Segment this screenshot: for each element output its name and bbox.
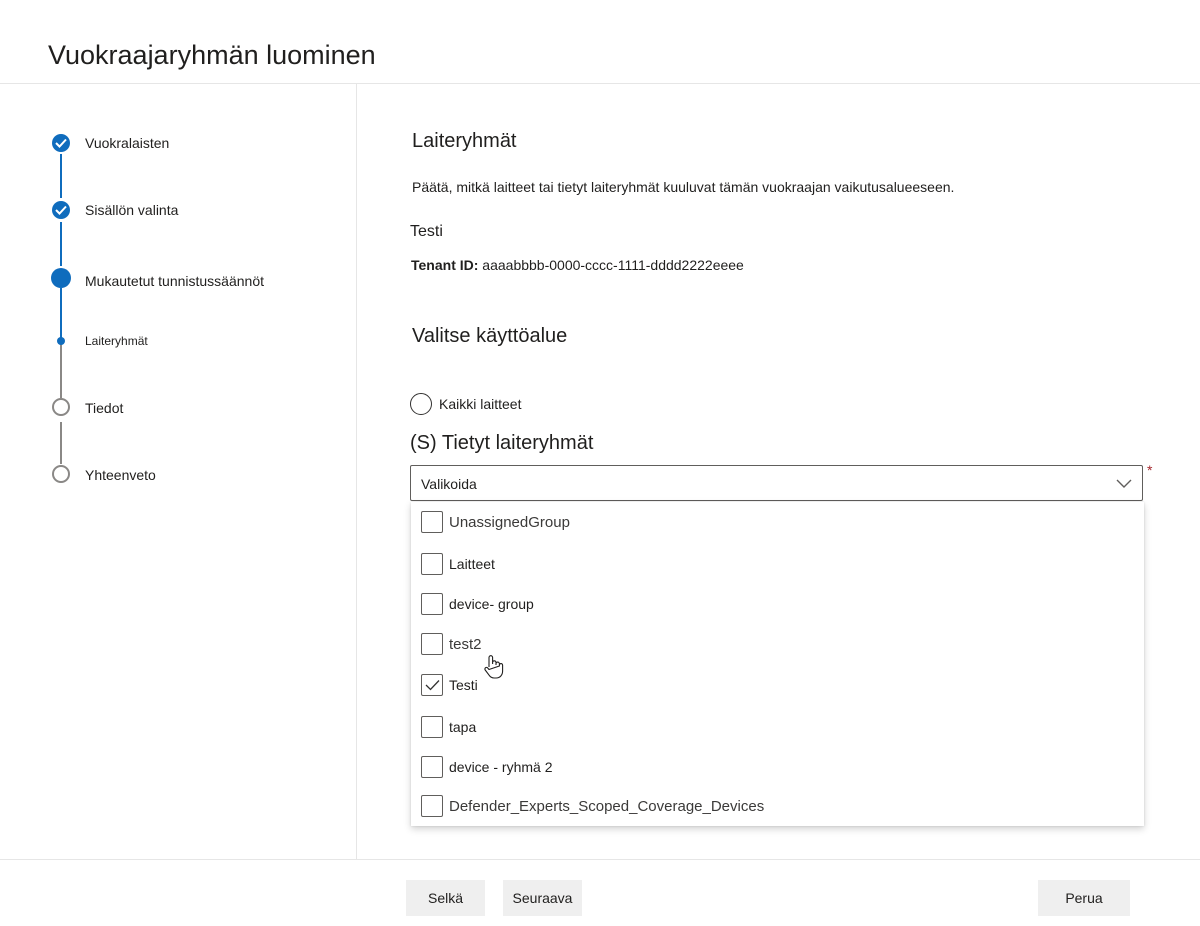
wizard-header: Vuokraajaryhmän luominen — [0, 0, 1200, 84]
option-label: Laitteet — [449, 556, 495, 572]
option-tapa[interactable]: tapa — [411, 707, 1144, 747]
step-connector — [60, 422, 62, 464]
checkmark-icon — [425, 680, 440, 691]
option-testi[interactable]: Testi — [411, 665, 1144, 705]
radio-button[interactable] — [410, 393, 432, 415]
tenant-id-label: Tenant ID: — [411, 257, 479, 273]
step-current-indicator — [51, 268, 71, 288]
radio-all-devices[interactable]: Kaikki laitteet — [410, 393, 521, 415]
option-label: device - ryhmä 2 — [449, 759, 553, 775]
tenant-name: Testi — [410, 223, 443, 240]
tenant-id: Tenant ID: aaaabbbb-0000-cccc-1111-dddd2… — [411, 257, 744, 273]
specific-groups-label: (S) Tietyt laiteryhmät — [410, 432, 594, 454]
option-label: device- group — [449, 596, 534, 612]
step-label-tenants: Vuokralaisten — [85, 135, 170, 151]
option-defender-experts[interactable]: Defender_Experts_Scoped_Coverage_Devices — [411, 786, 1144, 826]
step-label-device-groups: Laiteryhmät — [85, 334, 148, 348]
step-pending-icon — [52, 465, 70, 483]
checkbox[interactable] — [421, 716, 443, 738]
radio-all-devices-label: Kaikki laitteet — [439, 396, 522, 412]
section-title: Laiteryhmät — [412, 130, 517, 152]
step-label-custom-detection-rules: Mukautetut tunnistussäännöt — [85, 273, 265, 289]
option-test2[interactable]: test2 — [411, 624, 1144, 664]
step-connector — [60, 344, 62, 398]
checkbox[interactable] — [421, 511, 443, 533]
option-label: Testi — [449, 677, 478, 693]
section-description: Päätä, mitkä laitteet tai tietyt laitery… — [412, 179, 955, 195]
option-label: UnassignedGroup — [449, 513, 570, 531]
option-label: Defender_Experts_Scoped_Coverage_Devices — [449, 797, 765, 815]
wizard-footer: Selkä Seuraava Perua — [0, 859, 1200, 926]
step-completed-icon — [52, 134, 70, 152]
step-label-summary: Yhteenveto — [85, 467, 156, 483]
option-laitteet[interactable]: Laitteet — [411, 544, 1144, 584]
step-label-content-selection: Sisällön valinta — [85, 202, 179, 218]
option-device-ryhma-2[interactable]: device - ryhmä 2 — [411, 747, 1144, 787]
checkbox[interactable] — [421, 553, 443, 575]
hand-pointer-icon — [484, 655, 504, 679]
device-groups-dropdown[interactable]: Valikoida — [410, 465, 1143, 501]
main-content: Laiteryhmät Päätä, mitkä laitteet tai ti… — [357, 84, 1200, 859]
cancel-button[interactable]: Perua — [1038, 880, 1130, 916]
chevron-down-icon[interactable] — [1116, 476, 1132, 495]
next-button[interactable]: Seuraava — [503, 880, 582, 916]
wizard-stepper: Vuokralaisten Sisällön valinta Mukautetu… — [0, 84, 357, 859]
step-connector — [60, 222, 62, 266]
checkbox[interactable] — [421, 633, 443, 655]
step-label-details: Tiedot — [85, 400, 124, 416]
step-completed-icon — [52, 201, 70, 219]
option-device-group[interactable]: device- group — [411, 584, 1144, 624]
step-pending-icon — [52, 398, 70, 416]
tenant-id-value: aaaabbbb-0000-cccc-1111-dddd2222eeee — [482, 257, 744, 273]
option-label: tapa — [449, 719, 477, 735]
dropdown-value: Valikoida — [421, 476, 477, 492]
substep-current-dot — [57, 337, 65, 345]
option-label: test2 — [449, 635, 482, 653]
checkbox-checked[interactable] — [421, 674, 443, 696]
scope-title: Valitse käyttöalue — [412, 325, 568, 347]
checkbox[interactable] — [421, 593, 443, 615]
checkbox[interactable] — [421, 795, 443, 817]
required-indicator: * — [1147, 462, 1153, 478]
page-title: Vuokraajaryhmän luominen — [48, 40, 376, 70]
back-button[interactable]: Selkä — [406, 880, 485, 916]
option-unassigned-group[interactable]: UnassignedGroup — [411, 502, 1144, 542]
checkbox[interactable] — [421, 756, 443, 778]
device-groups-listbox: UnassignedGroup Laitteet device- group t… — [411, 502, 1144, 826]
step-connector — [60, 288, 62, 338]
step-connector — [60, 154, 62, 198]
